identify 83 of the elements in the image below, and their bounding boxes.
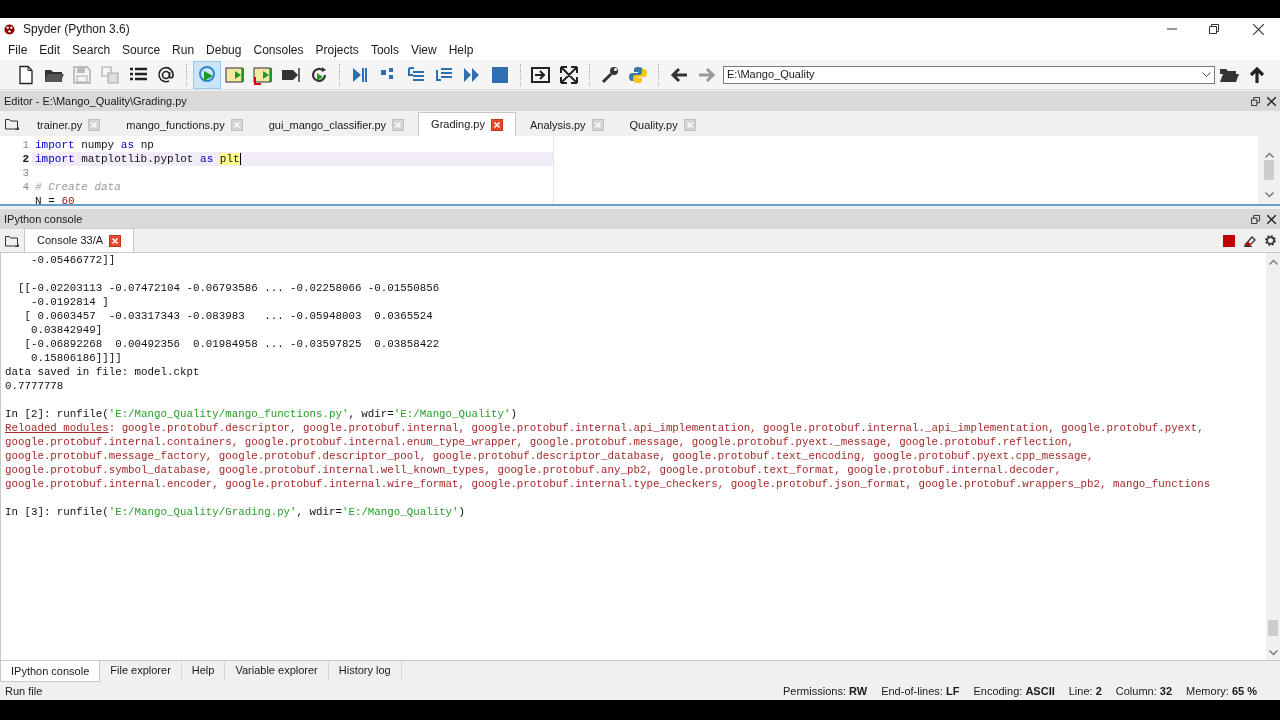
code-line: N = 60 <box>35 195 75 204</box>
stop-icon[interactable] <box>1223 234 1235 247</box>
undock-icon[interactable] <box>1251 96 1260 106</box>
menu-item[interactable]: Consoles <box>247 41 310 59</box>
console-output: [-0.06892268 0.00492356 0.01984958 ... -0.03597825 0.03858422 <box>23 338 440 350</box>
console-output: -0.05466772]] <box>29 254 116 266</box>
console-message: google.protobuf.internal.encoder, google.protobuf.internal.wire_format, google.protobuf.internal.type_checkers, google.protobuf.json_format, google.protobuf.wrappers_pb2, mango_functions <box>5 478 1211 490</box>
maximize-pane-icon[interactable] <box>531 64 551 85</box>
app-logo-icon <box>4 23 15 35</box>
scroll-down-icon[interactable] <box>1268 650 1278 656</box>
scroll-up-icon[interactable] <box>1264 152 1274 158</box>
status-field: Permissions: RW <box>783 682 868 700</box>
close-icon[interactable] <box>1253 23 1264 35</box>
console-tab[interactable]: Console 33/A <box>24 228 135 252</box>
scrollbar[interactable] <box>1266 253 1280 660</box>
console-output: 0.03842949] <box>29 324 103 336</box>
console-message: google.protobuf.symbol_database, google.protobuf.internal.well_known_types, google.protobuf.any_pb2, google.protobuf.text_format, google.protobuf.internal.decoder, <box>5 464 1062 476</box>
console-message: google.protobuf.message_factory, google.protobuf.descriptor_pool, google.protobuf.descriptor_database, google.protobuf.text_encoding, google.protobuf.pyext.cpp_message, <box>5 450 1094 462</box>
scroll-down-icon[interactable] <box>1264 192 1274 198</box>
code-line: import matplotlib.pyplot as plt <box>35 153 241 165</box>
menu-item[interactable]: View <box>404 41 443 59</box>
menu-item[interactable]: Debug <box>200 41 248 59</box>
code-line: # Create data <box>35 181 121 193</box>
pane-title: Editor - E:\Mango_Quality\Grading.py <box>4 93 187 109</box>
folder-icon[interactable] <box>5 234 19 247</box>
menu-item[interactable]: Projects <box>309 41 365 59</box>
settings-icon[interactable] <box>1264 234 1277 247</box>
menu-item[interactable]: Edit <box>33 41 67 59</box>
undock-icon[interactable] <box>1251 214 1260 224</box>
caret-icon[interactable] <box>1202 71 1211 78</box>
python-logo-icon[interactable] <box>628 64 648 85</box>
scroll-thumb[interactable] <box>1264 160 1274 180</box>
stop-icon[interactable] <box>490 64 510 85</box>
run-cell-advance-icon[interactable] <box>253 64 273 85</box>
line-number: 2 <box>22 153 29 165</box>
close-icon[interactable] <box>1267 214 1276 224</box>
window-title: Spyder (Python 3.6) <box>23 21 130 38</box>
console-output: 0.7777778 <box>5 380 64 392</box>
menu-item[interactable]: Help <box>442 41 480 59</box>
path-field[interactable]: E:\Mango_Quality <box>723 65 1215 84</box>
pane-tab[interactable]: IPython console <box>0 661 101 682</box>
at-sign-icon[interactable] <box>156 64 176 85</box>
console-message: Reloaded modules: google.protobuf.descriptor, google.protobuf.internal, google.protobuf.internal.api_implementation, google.protobuf.internal._api_implementation, google.protobuf.pyext, <box>5 422 1204 434</box>
console-output: -0.0192814 ] <box>29 296 109 308</box>
console-command-text: In [3]: runfile('E:/Mango_Quality/Grading.py', wdir='E:/Mango_Quality') <box>5 506 466 518</box>
line-number: 3 <box>22 167 29 179</box>
scroll-thumb[interactable] <box>1268 620 1278 636</box>
console-output: [ 0.0603457 -0.03317343 -0.083983 ... -0.05948003 0.0365524 <box>23 310 433 322</box>
status-field: Encoding: ASCII <box>973 682 1055 700</box>
console-output: data saved in file: model.ckpt <box>5 366 200 378</box>
status-field: Memory: 65 % <box>1186 682 1257 700</box>
status-field: End-of-lines: LF <box>881 682 960 700</box>
close-tab-icon[interactable] <box>490 118 503 131</box>
menu-item[interactable]: File <box>2 41 34 59</box>
folder-icon[interactable] <box>5 117 19 130</box>
menu-item[interactable]: Tools <box>364 41 405 59</box>
code-line: import numpy as np <box>35 139 154 151</box>
console-command-text: In [2]: runfile('E:/Mango_Quality/mango_functions.py', wdir='E:/Mango_Quality') <box>5 408 517 420</box>
new-file-icon[interactable] <box>16 64 36 85</box>
rerun-icon[interactable] <box>309 64 329 85</box>
status-message: Run file <box>5 683 43 699</box>
line-number: 1 <box>22 139 29 151</box>
console-output: [[-0.02203113 -0.07472104 -0.06793586 ... -0.02258066 -0.01550856 <box>16 282 440 294</box>
menu-item[interactable]: Run <box>166 41 201 59</box>
console-output: 0.15806186]]]] <box>29 352 122 364</box>
menu-item[interactable]: Search <box>66 41 117 59</box>
console-message: google.protobuf.internal.containers, google.protobuf.internal.enum_type_wrapper, google.protobuf.message, google.protobuf.pyext._message, google.protobuf.reflection, <box>5 436 1075 448</box>
status-field: Line: 2 <box>1068 682 1102 700</box>
pane-title: IPython console <box>4 211 83 227</box>
fullscreen-icon[interactable] <box>559 64 579 85</box>
scroll-up-icon[interactable] <box>1268 259 1278 265</box>
eraser-icon[interactable] <box>1243 234 1256 247</box>
restore-icon[interactable] <box>1209 24 1219 34</box>
wrench-icon[interactable] <box>600 64 620 85</box>
close-icon[interactable] <box>1267 96 1276 106</box>
scrollbar[interactable] <box>1258 136 1280 204</box>
menu-item[interactable]: Source <box>116 41 167 59</box>
editor-tab[interactable]: Grading.py <box>418 112 516 136</box>
run-cell-icon[interactable] <box>225 64 245 85</box>
close-tab-icon[interactable] <box>109 234 122 247</box>
line-number: 4 <box>22 181 29 193</box>
status-field: Column: 32 <box>1115 682 1173 700</box>
up-arrow-icon[interactable] <box>1247 64 1267 85</box>
